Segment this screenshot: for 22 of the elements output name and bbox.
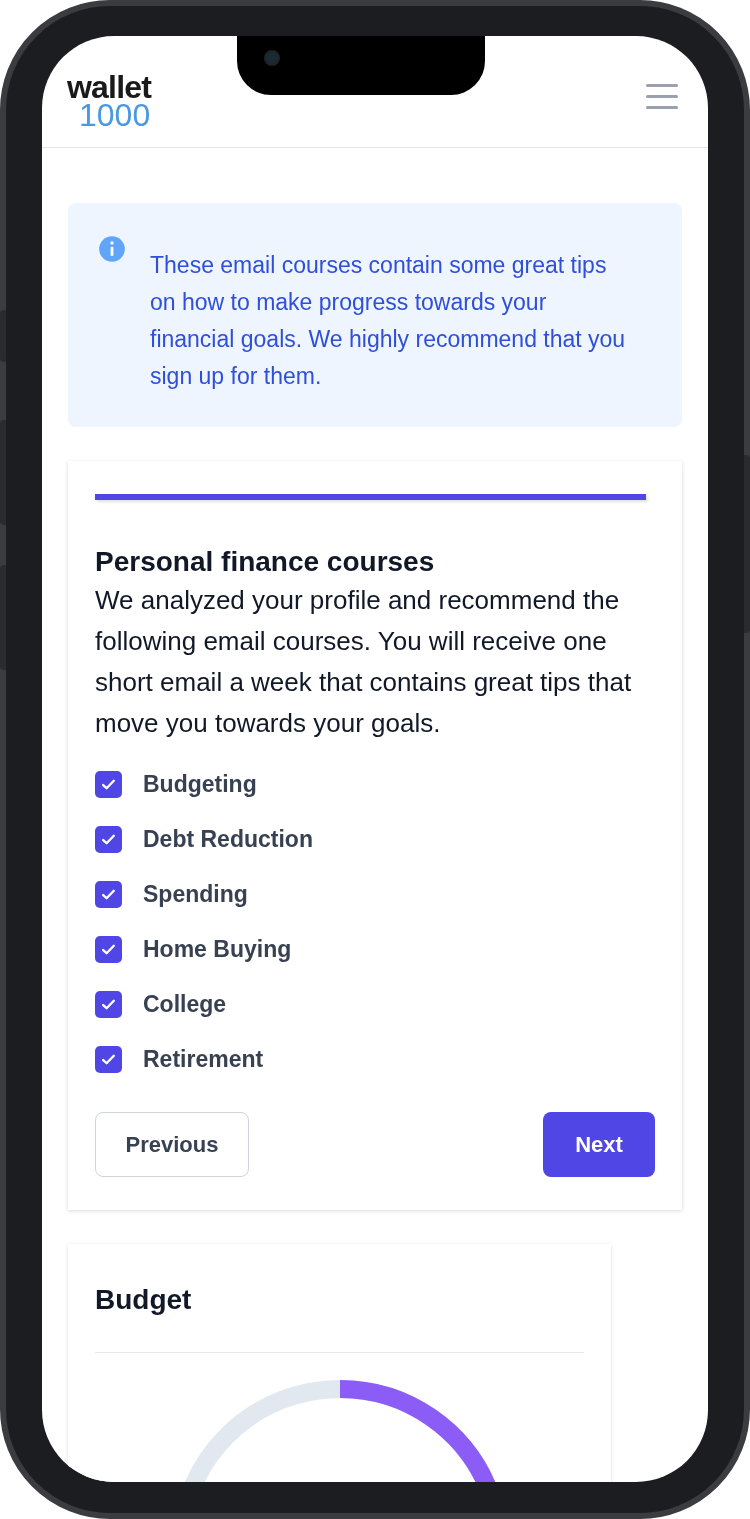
info-icon bbox=[98, 235, 126, 263]
info-text: These email courses contain some great tips on how to make progress towards your financial goals. We highly recommend that you sign up for them. bbox=[150, 251, 627, 391]
checkbox-label: Home Buying bbox=[143, 934, 292, 964]
checkbox[interactable] bbox=[95, 990, 122, 1018]
card-description: We analyzed your profile and recommend the following email courses. You will receive one short email a week that contains great tips that move you towards your goals. bbox=[95, 584, 633, 740]
next-button[interactable]: Next bbox=[543, 1112, 655, 1177]
checkbox-label: College bbox=[143, 989, 227, 1019]
checkbox[interactable] bbox=[95, 825, 122, 853]
checkbox[interactable] bbox=[95, 880, 122, 908]
checkbox[interactable] bbox=[95, 770, 122, 798]
menu-icon[interactable] bbox=[646, 84, 678, 109]
logo[interactable]: wallet 1000 bbox=[67, 70, 152, 131]
budget-title: Budget bbox=[95, 1283, 193, 1317]
checkbox-label: Spending bbox=[143, 879, 248, 909]
checkbox-label: Retirement bbox=[143, 1044, 264, 1074]
previous-button[interactable]: Previous bbox=[95, 1112, 249, 1177]
camera-icon bbox=[264, 50, 280, 66]
card-title: Personal finance courses bbox=[95, 545, 436, 579]
checkbox-label: Budgeting bbox=[143, 769, 257, 799]
checkbox[interactable] bbox=[95, 1045, 122, 1073]
checkbox[interactable] bbox=[95, 935, 122, 963]
checkbox-label: Debt Reduction bbox=[143, 824, 313, 854]
